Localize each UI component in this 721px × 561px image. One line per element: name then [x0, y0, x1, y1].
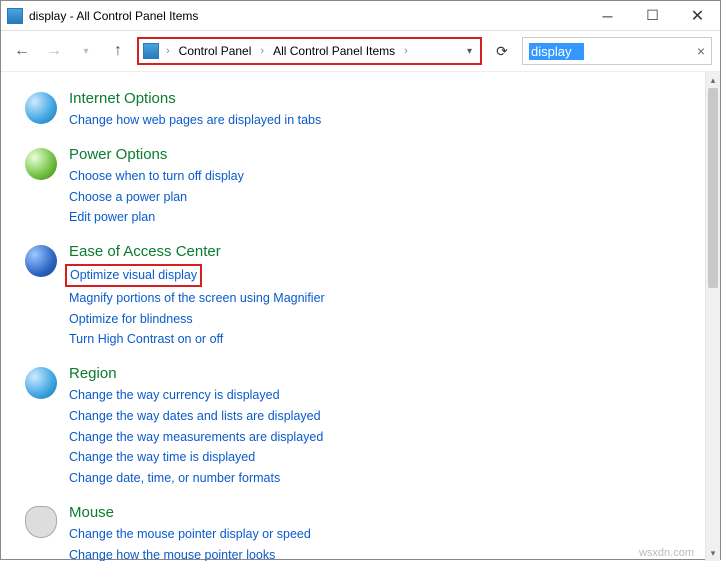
group-internet-options: Internet Options Change how web pages ar… — [25, 90, 691, 130]
titlebar: display - All Control Panel Items ─ ☐ ✕ — [1, 1, 720, 31]
group-title[interactable]: Region — [69, 365, 323, 382]
navigation-row: ← → ▾ ↑ › Control Panel › All Control Pa… — [1, 31, 720, 71]
group-mouse: Mouse Change the mouse pointer display o… — [25, 504, 691, 561]
globe-icon — [25, 92, 57, 124]
link-time-display[interactable]: Change the way time is displayed — [69, 448, 255, 467]
link-date-time-formats[interactable]: Change date, time, or number formats — [69, 469, 280, 488]
group-title[interactable]: Mouse — [69, 504, 371, 521]
link-turn-off-display[interactable]: Choose when to turn off display — [69, 167, 244, 186]
link-magnify-screen[interactable]: Magnify portions of the screen using Mag… — [69, 289, 325, 308]
vertical-scrollbar[interactable]: ▴ ▾ — [705, 72, 720, 561]
battery-icon — [25, 148, 57, 180]
control-panel-icon — [143, 43, 159, 59]
link-tabs-display[interactable]: Change how web pages are displayed in ta… — [69, 111, 321, 130]
group-power-options: Power Options Choose when to turn off di… — [25, 146, 691, 227]
link-dates-lists-display[interactable]: Change the way dates and lists are displ… — [69, 407, 321, 426]
back-button[interactable]: ← — [9, 38, 35, 64]
group-title[interactable]: Power Options — [69, 146, 244, 163]
control-panel-icon — [7, 8, 23, 24]
link-optimize-visual-display[interactable]: Optimize visual display — [65, 264, 202, 287]
watermark: wsxdn.com — [639, 547, 694, 559]
group-region: Region Change the way currency is displa… — [25, 365, 691, 488]
group-title[interactable]: Ease of Access Center — [69, 243, 325, 260]
search-input[interactable]: display — [529, 43, 584, 60]
scroll-thumb[interactable] — [708, 88, 718, 288]
results-pane: Internet Options Change how web pages ar… — [1, 72, 705, 561]
scroll-down-icon[interactable]: ▾ — [706, 545, 720, 561]
ease-of-access-icon — [25, 245, 57, 277]
mouse-icon — [25, 506, 57, 538]
group-ease-of-access: Ease of Access Center Optimize visual di… — [25, 243, 691, 349]
group-title[interactable]: Internet Options — [69, 90, 321, 107]
refresh-button[interactable]: ⟳ — [488, 37, 516, 65]
scroll-up-icon[interactable]: ▴ — [706, 72, 720, 88]
link-pointer-look[interactable]: Change how the mouse pointer looks — [69, 546, 275, 561]
close-button[interactable]: ✕ — [675, 1, 720, 30]
link-pointer-speed[interactable]: Change the mouse pointer display or spee… — [69, 525, 311, 544]
address-history-dropdown-icon[interactable]: ▾ — [467, 46, 476, 57]
search-box[interactable]: display × — [522, 37, 712, 65]
maximize-button[interactable]: ☐ — [630, 1, 675, 30]
recent-dropdown-icon[interactable]: ▾ — [73, 38, 99, 64]
minimize-button[interactable]: ─ — [585, 1, 630, 30]
window-title: display - All Control Panel Items — [29, 9, 585, 23]
chevron-right-icon[interactable]: › — [163, 45, 173, 57]
link-measurements-display[interactable]: Change the way measurements are displaye… — [69, 428, 323, 447]
globe-clock-icon — [25, 367, 57, 399]
link-edit-power-plan[interactable]: Edit power plan — [69, 208, 155, 227]
forward-button[interactable]: → — [41, 38, 67, 64]
link-choose-power-plan[interactable]: Choose a power plan — [69, 188, 187, 207]
address-bar[interactable]: › Control Panel › All Control Panel Item… — [137, 37, 482, 65]
chevron-right-icon[interactable]: › — [401, 45, 411, 57]
link-optimize-blindness[interactable]: Optimize for blindness — [69, 310, 193, 329]
clear-search-icon[interactable]: × — [697, 43, 705, 59]
breadcrumb-all-items[interactable]: All Control Panel Items — [271, 44, 397, 58]
chevron-right-icon[interactable]: › — [257, 45, 267, 57]
link-currency-display[interactable]: Change the way currency is displayed — [69, 386, 280, 405]
breadcrumb-control-panel[interactable]: Control Panel — [177, 44, 254, 58]
up-button[interactable]: ↑ — [105, 38, 131, 64]
link-high-contrast[interactable]: Turn High Contrast on or off — [69, 330, 223, 349]
